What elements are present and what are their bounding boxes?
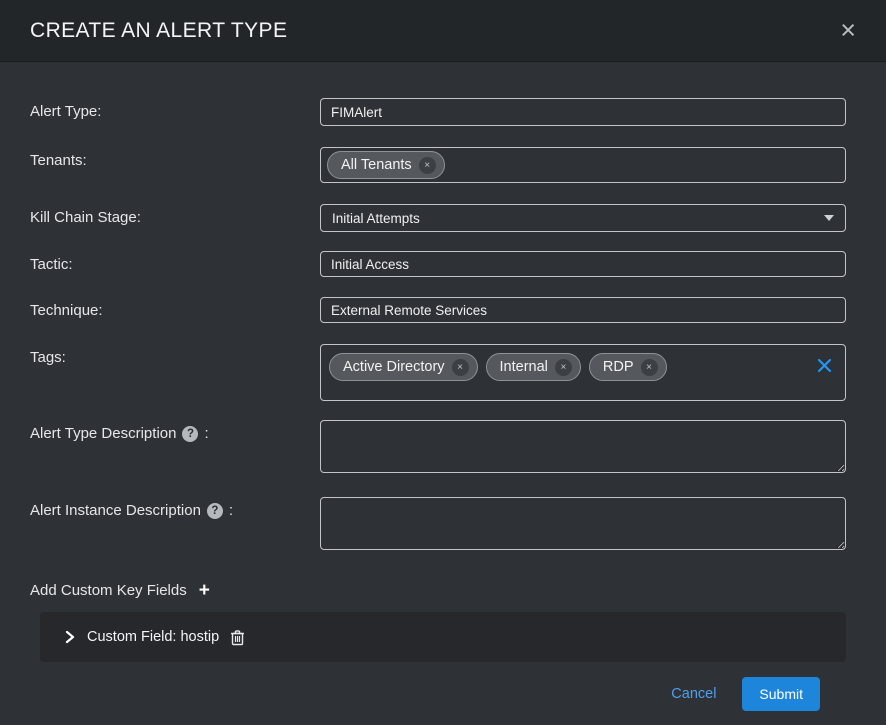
chevron-down-icon	[824, 215, 834, 221]
tag-chip: Active Directory ×	[329, 353, 478, 381]
tag-chip: RDP ×	[589, 353, 667, 381]
alert-type-description-row: Alert Type Description ? :	[30, 420, 846, 478]
alert-instance-description-label: Alert Instance Description ? :	[30, 497, 320, 519]
custom-field-label: Custom Field: hostip	[87, 629, 219, 645]
tags-input[interactable]: Active Directory × Internal × RDP ×	[320, 344, 846, 401]
modal-header: CREATE AN ALERT TYPE ×	[0, 0, 886, 62]
alert-type-input[interactable]	[320, 98, 846, 126]
modal-body: Alert Type: Tenants: All Tenants × Kill …	[0, 62, 886, 725]
label-colon: :	[229, 502, 233, 519]
add-custom-field-icon[interactable]: +	[197, 581, 212, 600]
help-icon[interactable]: ?	[207, 503, 223, 519]
technique-row: Technique:	[30, 297, 846, 323]
kill-chain-stage-select[interactable]: Initial Attempts	[320, 204, 846, 232]
close-icon[interactable]: ×	[836, 15, 860, 46]
tactic-row: Tactic:	[30, 251, 846, 277]
help-icon[interactable]: ?	[182, 426, 198, 442]
alert-type-label: Alert Type:	[30, 98, 320, 120]
tag-chip-label: Active Directory	[343, 357, 445, 377]
alert-type-row: Alert Type:	[30, 98, 846, 126]
alert-instance-description-textarea[interactable]	[320, 497, 846, 550]
tactic-input[interactable]	[320, 251, 846, 277]
tenants-label: Tenants:	[30, 147, 320, 169]
tactic-label: Tactic:	[30, 251, 320, 273]
chip-remove-icon[interactable]: ×	[452, 359, 469, 376]
technique-input[interactable]	[320, 297, 846, 323]
custom-key-fields-label: Add Custom Key Fields	[30, 582, 187, 599]
modal-footer: Cancel Submit	[30, 662, 846, 711]
tags-row: Tags: Active Directory × Internal × RDP …	[30, 344, 846, 401]
delete-custom-field-icon[interactable]	[230, 629, 245, 646]
chip-remove-icon[interactable]: ×	[555, 359, 572, 376]
alert-instance-description-row: Alert Instance Description ? :	[30, 497, 846, 555]
create-alert-type-modal: CREATE AN ALERT TYPE × Alert Type: Tenan…	[0, 0, 886, 725]
tenants-input[interactable]: All Tenants ×	[320, 147, 846, 183]
tenant-chip-label: All Tenants	[341, 155, 412, 175]
custom-key-fields-header: Add Custom Key Fields +	[30, 581, 846, 600]
kill-chain-stage-row: Kill Chain Stage: Initial Attempts	[30, 204, 846, 232]
tenants-row: Tenants: All Tenants ×	[30, 147, 846, 183]
chip-remove-icon[interactable]: ×	[641, 359, 658, 376]
kill-chain-stage-label: Kill Chain Stage:	[30, 204, 320, 226]
tag-chip-label: Internal	[500, 357, 548, 377]
clear-tags-icon[interactable]	[817, 358, 832, 373]
label-colon: :	[204, 425, 208, 442]
tenant-chip: All Tenants ×	[327, 151, 445, 179]
modal-title: CREATE AN ALERT TYPE	[30, 19, 287, 43]
custom-field-item[interactable]: Custom Field: hostip	[40, 612, 846, 662]
tags-label: Tags:	[30, 344, 320, 366]
alert-type-description-textarea[interactable]	[320, 420, 846, 473]
alert-type-description-label: Alert Type Description ? :	[30, 420, 320, 442]
submit-button[interactable]: Submit	[742, 677, 820, 711]
chip-remove-icon[interactable]: ×	[419, 157, 436, 174]
cancel-button[interactable]: Cancel	[671, 686, 716, 702]
kill-chain-stage-value: Initial Attempts	[332, 211, 420, 226]
chevron-right-icon[interactable]	[64, 630, 76, 644]
tag-chip-label: RDP	[603, 357, 634, 377]
technique-label: Technique:	[30, 297, 320, 319]
alert-instance-description-label-text: Alert Instance Description	[30, 502, 201, 519]
alert-type-description-label-text: Alert Type Description	[30, 425, 176, 442]
tag-chip: Internal ×	[486, 353, 581, 381]
